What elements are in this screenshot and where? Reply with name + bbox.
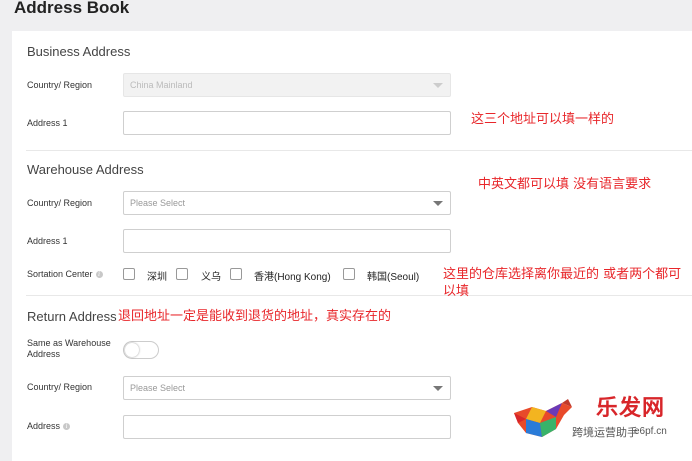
return-address-input[interactable]	[123, 415, 451, 439]
section-divider	[26, 150, 692, 151]
sortation-checkbox-seoul[interactable]	[343, 268, 355, 280]
return-country-select[interactable]: Please Select	[123, 376, 451, 400]
business-country-label: Country/ Region	[27, 80, 93, 90]
business-country-value: China Mainland	[130, 80, 193, 90]
bull-logo-icon	[514, 399, 572, 437]
same-as-warehouse-label: Same as Warehouse Address	[27, 338, 111, 359]
sortation-option-hongkong: 香港(Hong Kong)	[254, 272, 331, 283]
business-address-label: Address 1	[27, 118, 68, 128]
annotation-note-2: 中英文都可以填 没有语言要求	[478, 177, 652, 192]
sortation-checkbox-shenzhen[interactable]	[123, 268, 135, 280]
warehouse-country-placeholder: Please Select	[130, 198, 186, 208]
toggle-knob	[125, 343, 139, 357]
warehouse-country-select[interactable]: Please Select	[123, 191, 451, 215]
info-icon[interactable]: i	[63, 423, 71, 431]
page-title: Address Book	[14, 0, 130, 17]
chevron-down-icon	[433, 386, 443, 391]
warehouse-address-label: Address 1	[27, 236, 68, 246]
chevron-down-icon	[433, 83, 443, 88]
sortation-center-label: Sortation Center i	[27, 269, 103, 280]
annotation-note-4: 退回地址一定是能收到退货的地址，真实存在的	[118, 309, 392, 324]
warehouse-country-label: Country/ Region	[27, 198, 93, 208]
warehouse-address-title: Warehouse Address	[27, 162, 144, 177]
annotation-note-3: 这里的仓库选择离你最近的 或者两个都可以填	[443, 267, 682, 299]
sortation-option-seoul: 韩国(Seoul)	[367, 272, 420, 283]
warehouse-address-input[interactable]	[123, 229, 451, 253]
info-icon[interactable]: i	[95, 271, 103, 279]
business-country-select[interactable]: China Mainland	[123, 73, 451, 97]
chevron-down-icon	[433, 201, 443, 206]
sortation-option-yiwu: 义乌	[201, 272, 221, 283]
return-address-title: Return Address	[27, 309, 117, 324]
return-country-label: Country/ Region	[27, 382, 93, 392]
watermark-brand: 乐发网	[596, 395, 666, 421]
annotation-note-1: 这三个地址可以填一样的	[471, 112, 615, 127]
business-address-title: Business Address	[27, 44, 131, 59]
watermark-url: e6pf.cn	[634, 426, 667, 437]
return-country-placeholder: Please Select	[130, 383, 186, 393]
return-address-label: Address i	[27, 421, 71, 432]
same-as-warehouse-toggle[interactable]	[123, 341, 159, 359]
sortation-checkbox-yiwu[interactable]	[176, 268, 188, 280]
watermark-text: 跨境运营助手	[572, 426, 638, 439]
watermark: 跨境运营助手 乐发网 e6pf.cn	[506, 388, 692, 457]
business-address-input[interactable]	[123, 111, 451, 135]
sortation-checkbox-hongkong[interactable]	[230, 268, 242, 280]
sortation-option-shenzhen: 深圳	[147, 272, 167, 283]
